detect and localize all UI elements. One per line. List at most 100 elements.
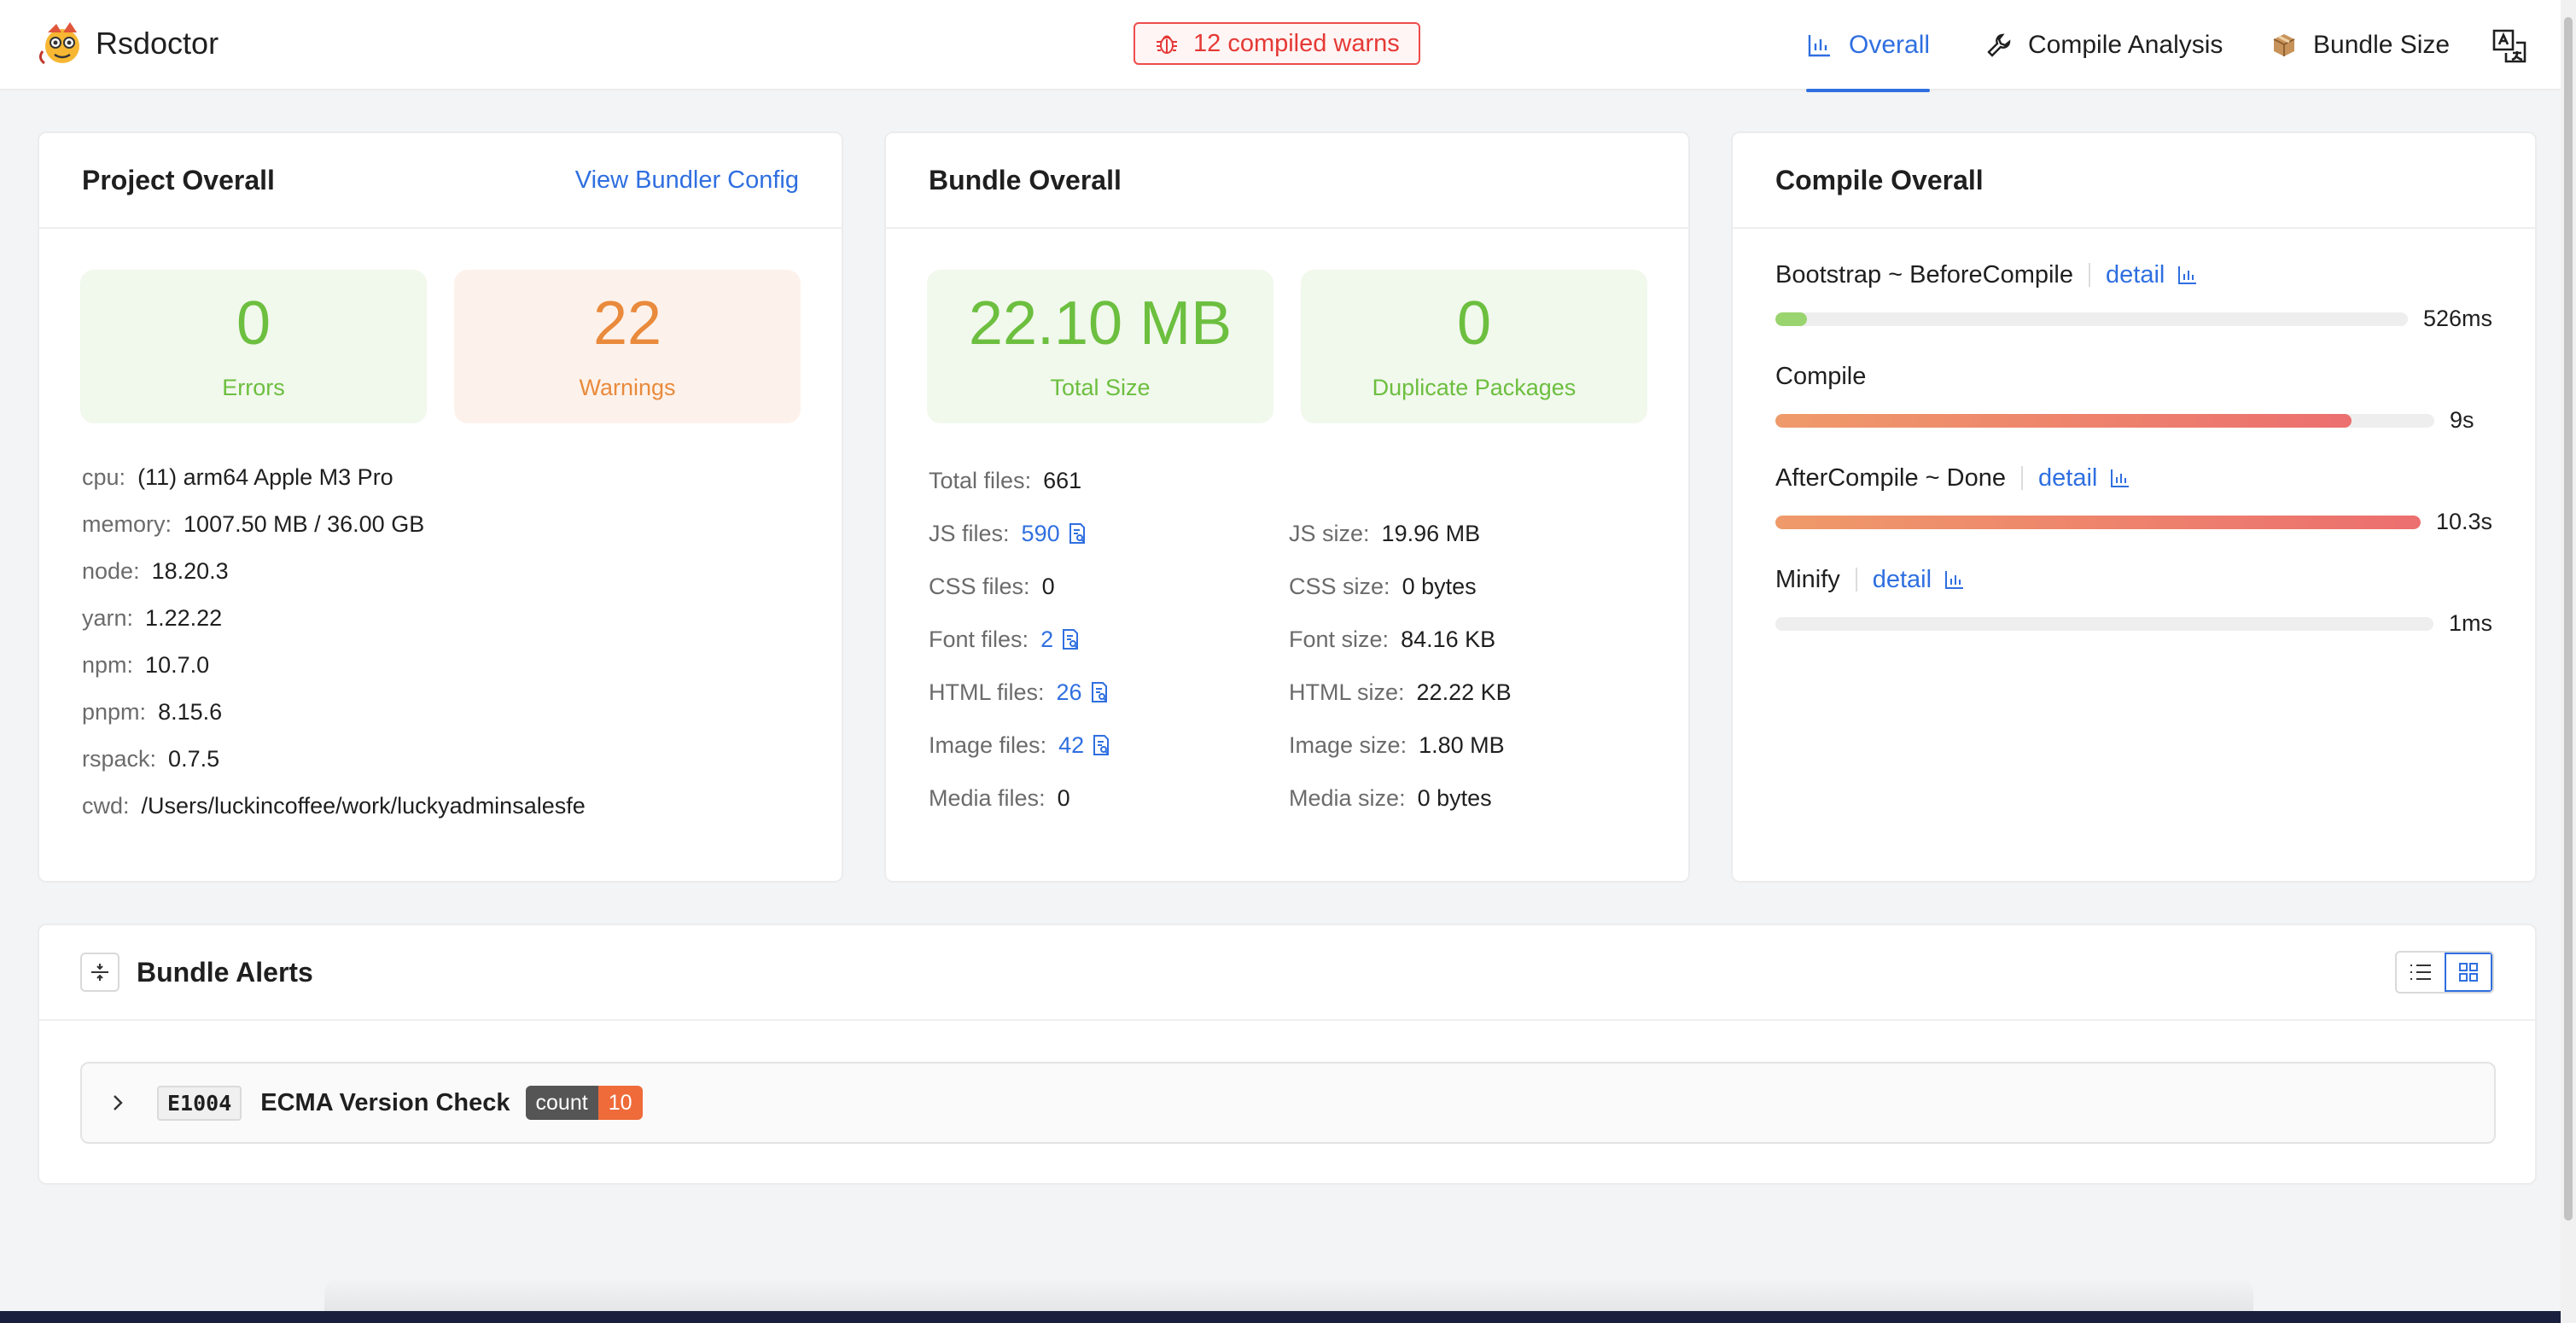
view-bundler-config-link[interactable]: View Bundler Config [575,166,799,195]
file-key: JS size [1289,520,1364,546]
file-key: CSS size [1289,573,1384,599]
desktop-dock-edge [0,1311,2561,1323]
project-overall-header: Project Overall View Bundler Config [39,133,842,229]
compile-phase-progress-track [1775,515,2421,529]
file-key: JS files [929,520,1004,546]
file-key: Font files [929,626,1023,652]
grid-view-button[interactable] [2445,953,2492,992]
bundle-alerts-card: Bundle Alerts E1004 ECMA Version Check c… [38,924,2537,1185]
bundle-overall-title: Bundle Overall [929,164,1122,195]
file-value-text: 661 [1043,467,1082,493]
grid-icon [2459,963,2478,982]
compile-phase-name: Bootstrap ~ BeforeCompile [1775,260,2073,288]
total-size-label: Total Size [1050,374,1151,400]
alert-row-e1004[interactable]: E1004 ECMA Version Check count 10 [80,1062,2496,1144]
compile-overall-title: Compile Overall [1775,164,1984,195]
list-icon [2410,965,2431,980]
bundle-file-cell: Media files:0 [929,784,1070,812]
bundle-file-cell: JS size:19.96 MB [1289,520,1481,547]
compiled-warns-badge[interactable]: 12 compiled warns [1134,22,1420,65]
logo[interactable]: Rsdoctor [36,17,219,70]
app-title: Rsdoctor [96,26,219,61]
bundle-file-cell: CSS files:0 [929,573,1055,599]
compile-phase-head: AfterCompile ~ Done detail [1775,459,2492,497]
file-key: Media files [929,784,1040,811]
nav-tab-compile-analysis[interactable]: Compile Analysis [1985,0,2223,90]
translate-icon[interactable] [2491,27,2528,65]
env-row-yarn: yarn:1.22.22 [82,605,223,631]
rsdoctor-logo-icon [38,22,79,65]
file-count-link[interactable]: 42 [1058,732,1111,759]
compile-phase-detail-link[interactable]: detail [2038,464,2131,492]
file-detail-icon [1069,523,1085,544]
file-value: 0 bytes [1402,574,1477,600]
compile-phase: Compile 9s [1775,358,2492,434]
env-row-pnpm: pnpm:8.15.6 [82,699,223,725]
bundle-overall-card: Bundle Overall 22.10 MB Total Size 0 Dup… [884,131,1690,883]
file-value: 19.96 MB [1382,521,1481,547]
file-detail-icon [1093,735,1110,755]
file-value: 0 [1058,785,1070,812]
env-value: 0.7.5 [168,746,220,772]
bundle-file-cell: CSS size:0 bytes [1289,573,1477,600]
file-value: 84.16 KB [1401,627,1495,653]
file-count-link[interactable]: 26 [1057,679,1110,706]
compile-phase-bar-row: 9s [1775,407,2492,434]
compile-phase-name: Compile [1775,362,1867,390]
compile-phase-name: Minify [1775,565,1840,593]
compile-phase-progress-track [1775,616,2433,631]
compile-phase-head: Minify detail [1775,561,2492,598]
page-scrollbar[interactable] [2561,0,2576,1323]
bundle-file-cell: JS files:590 [929,507,1289,560]
file-key: Image size [1289,731,1401,758]
bundle-file-cell: Image size:1.80 MB [1289,731,1505,758]
divider [2089,263,2090,287]
file-key: HTML files [929,679,1039,705]
nav-tab-compile-analysis-label: Compile Analysis [2028,31,2223,59]
bundle-file-cell: Image files:42 [929,719,1289,772]
file-value-text: 26 [1056,679,1082,705]
file-key: CSS files [929,573,1024,599]
nav-tab-overall-label: Overall [1849,31,1931,59]
compile-phase-progress-track [1775,312,2408,326]
project-overall-title: Project Overall [82,164,275,195]
compile-phase: Bootstrap ~ BeforeCompile detail 526ms [1775,256,2492,332]
compile-phase-detail-link[interactable]: detail [2106,261,2199,289]
file-count-link[interactable]: 590 [1022,521,1087,547]
nav-tab-overall[interactable]: Overall [1806,0,1931,92]
collapse-toggle-icon[interactable] [80,953,119,992]
file-value-text: 1.80 MB [1419,731,1505,758]
bundle-alerts-header: Bundle Alerts [39,925,2535,1021]
alert-code: E1004 [157,1085,242,1121]
warnings-stat: 22 Warnings [454,270,801,423]
env-value: 8.15.6 [158,699,223,725]
env-value: /Users/luckincoffee/work/luckyadminsales… [141,793,586,819]
env-key: memory [82,511,166,537]
env-key: node [82,558,134,584]
detail-label: detail [1872,565,1932,593]
chevron-right-icon[interactable] [108,1093,128,1113]
compile-phase-time: 9s [2450,407,2474,433]
file-count-link[interactable]: 2 [1040,627,1081,653]
bar-chart-icon [1806,32,1833,59]
file-value-text: 0 [1057,784,1070,811]
bug-icon [1157,35,1177,54]
errors-count: 0 [236,288,271,358]
list-view-button[interactable] [2397,953,2445,992]
env-key: npm [82,652,127,678]
bundle-file-cell: Total files:661 [929,467,1082,493]
compile-phase-name: AfterCompile ~ Done [1775,463,2006,492]
compile-phase-detail-link[interactable]: detail [1873,566,1966,594]
file-value: 0 bytes [1418,785,1492,812]
file-key: Total files [929,467,1025,493]
nav-tab-bundle-size[interactable]: Bundle Size [2270,0,2450,90]
wrench-icon [1985,32,2013,59]
file-detail-icon [1063,629,1079,650]
page-scrollbar-thumb[interactable] [2564,17,2573,1221]
compile-phase-progress-fill [1775,413,2352,428]
total-size-stat: 22.10 MB Total Size [927,270,1273,423]
alert-name: ECMA Version Check [260,1088,510,1116]
env-key: cpu [82,464,119,490]
warnings-count: 22 [592,288,662,358]
env-row-memory: memory:1007.50 MB / 36.00 GB [82,511,425,537]
